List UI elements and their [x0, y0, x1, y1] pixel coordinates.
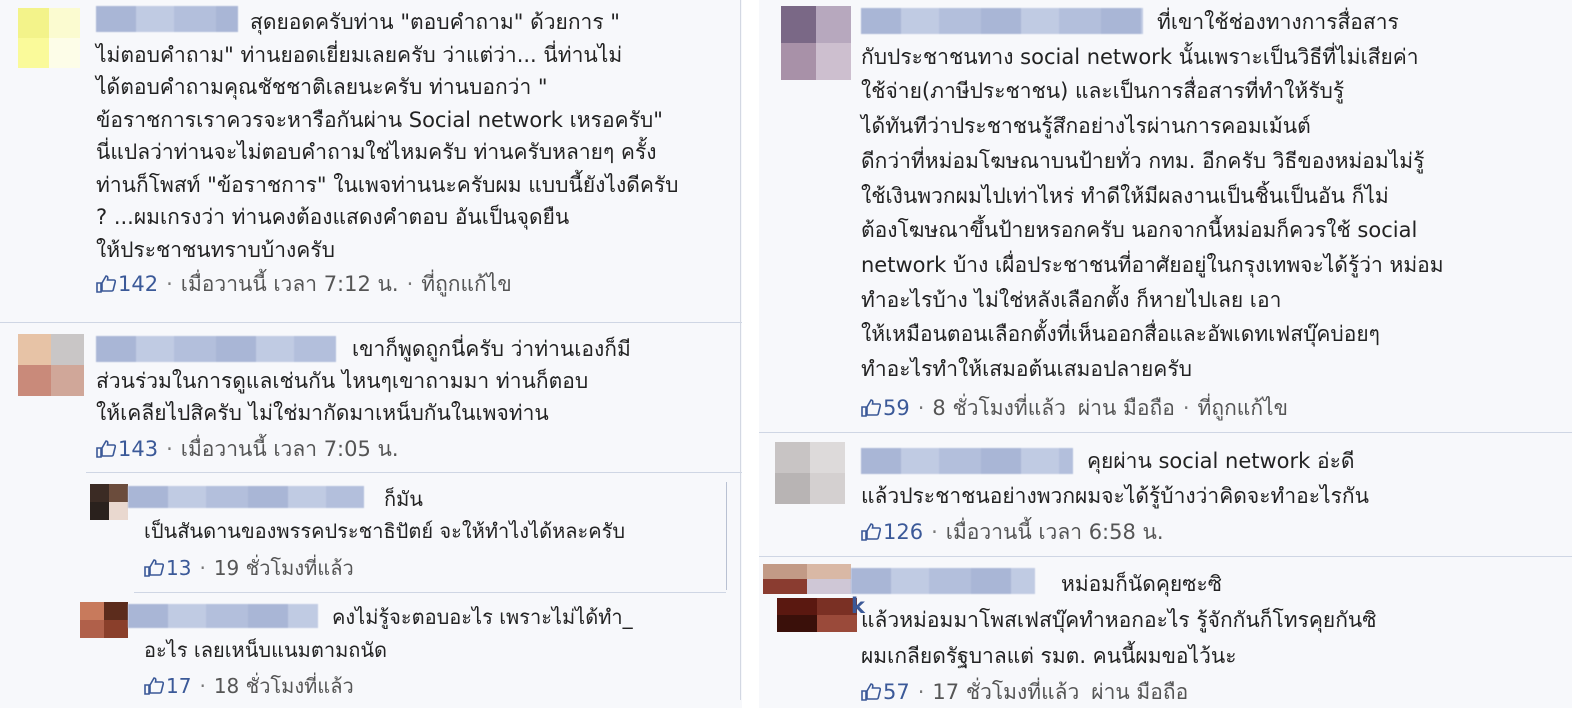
comments-panel-right: ที่เขาใช้ช่องทางการสื่อสาร กับประชาชนทาง… [759, 0, 1572, 708]
thumbs-up-icon[interactable] [861, 399, 881, 417]
thumbs-up-icon[interactable] [96, 275, 116, 293]
like-count[interactable]: 57 [883, 680, 910, 704]
comment-meta: 126 · เมื่อวานนี้ เวลา 6:58 น. [861, 516, 1164, 549]
timestamp[interactable]: เมื่อวานนี้ เวลา 7:12 น. [181, 272, 399, 296]
avatar[interactable] [781, 6, 851, 80]
comment-meta: 13 · 19 ชั่วโมงที่แล้ว [144, 552, 354, 584]
avatar[interactable] [763, 564, 851, 594]
like-count[interactable]: 17 [166, 674, 191, 698]
comment-body: หม่อมก็นัดคุยซะซิ แล้วหม่อมมาโพสเฟสบุ๊คท… [861, 572, 1377, 668]
like-count[interactable]: 59 [883, 396, 910, 420]
separator [0, 322, 742, 323]
comment-body: คงไม่รู้จะตอบอะไร เพราะไม่ได้ทำ_ อะไร เล… [144, 605, 633, 662]
avatar [777, 598, 857, 632]
comment-meta: 59 · 8 ชั่วโมงที่แล้ว ผ่าน มือถือ · ที่ถูกแก้… [861, 392, 1288, 425]
comment-body: คุยผ่าน social network อ่ะดี แล้วประชาชน… [861, 449, 1369, 508]
comment-meta: 143 · เมื่อวานนี้ เวลา 7:05 น. [96, 433, 399, 466]
comment-meta: 57 · 17 ชั่วโมงที่แล้ว ผ่าน มือถือ [861, 676, 1188, 708]
thumbs-up-icon[interactable] [861, 523, 881, 541]
timestamp[interactable]: 18 ชั่วโมงที่แล้ว [214, 674, 354, 698]
avatar[interactable] [775, 442, 845, 504]
avatar[interactable] [18, 334, 84, 396]
edited-label[interactable]: ที่ถูกแก้ไข [421, 272, 511, 296]
timestamp[interactable]: 8 ชั่วโมงที่แล้ว [932, 396, 1066, 420]
comment-body: ก็มัน เป็นสันดานของพรรคประชาธิปัตย์ จะให… [144, 487, 626, 543]
separator [86, 472, 742, 473]
avatar[interactable] [18, 8, 80, 68]
comment-meta: 142 · เมื่อวานนี้ เวลา 7:12 น. · ที่ถูกแก้ไข [96, 268, 512, 301]
like-count[interactable]: 126 [883, 520, 923, 544]
avatar[interactable] [90, 484, 128, 520]
comment-body: สุดยอดครับท่าน "ตอบคำถาม" ด้วยการ " ไม่ต… [96, 10, 679, 262]
timestamp[interactable]: เมื่อวานนี้ เวลา 7:05 น. [181, 437, 399, 461]
separator [759, 556, 1572, 557]
comment-body: ที่เขาใช้ช่องทางการสื่อสาร กับประชาชนทาง… [861, 10, 1444, 382]
thumbs-up-icon[interactable] [144, 677, 164, 695]
via-mobile[interactable]: ผ่าน มือถือ [1091, 680, 1188, 704]
comment-meta: 17 · 18 ชั่วโมงที่แล้ว [144, 670, 354, 702]
via-mobile[interactable]: ผ่าน มือถือ [1078, 396, 1175, 420]
timestamp[interactable]: 17 ชั่วโมงที่แล้ว [932, 680, 1079, 704]
comments-panel-left: สุดยอดครับท่าน "ตอบคำถาม" ด้วยการ " ไม่ต… [0, 0, 742, 708]
timestamp[interactable]: เมื่อวานนี้ เวลา 6:58 น. [946, 520, 1164, 544]
like-count[interactable]: 143 [118, 437, 158, 461]
thumbs-up-icon[interactable] [861, 683, 881, 701]
like-count[interactable]: 142 [118, 272, 158, 296]
comment-body: เขาก็พูดถูกนี่ครับ ว่าท่านเองก็มี ส่วนร่… [96, 337, 631, 425]
edited-label[interactable]: ที่ถูกแก้ไข [1198, 396, 1288, 420]
reply-thread-line [740, 0, 741, 700]
avatar[interactable] [80, 602, 128, 638]
thumbs-up-icon[interactable] [144, 559, 164, 577]
thumbs-up-icon[interactable] [96, 440, 116, 458]
timestamp[interactable]: 19 ชั่วโมงที่แล้ว [214, 556, 354, 580]
reply-thread-line [726, 482, 727, 590]
separator [759, 432, 1572, 433]
like-count[interactable]: 13 [166, 556, 191, 580]
separator [134, 592, 726, 593]
